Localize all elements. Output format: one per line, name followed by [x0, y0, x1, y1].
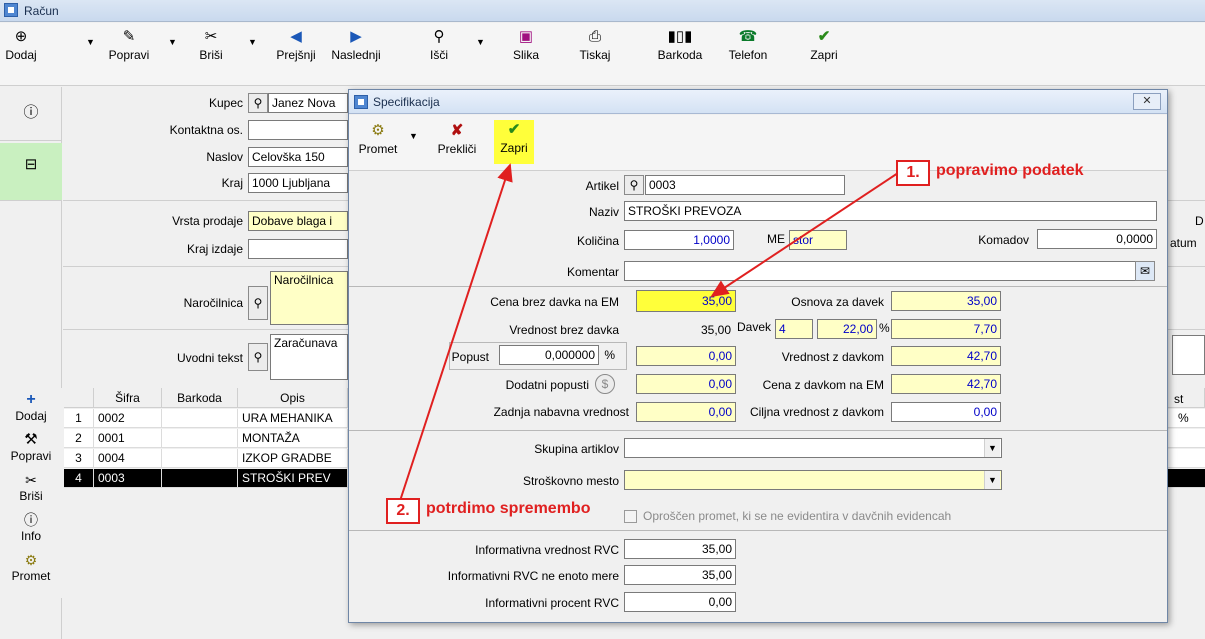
annotation-number-2: 2.	[386, 498, 420, 524]
arrow-to-zapri	[397, 163, 513, 508]
annotation-text-1: popravimo podatek	[936, 162, 1084, 179]
arrow-to-cena	[710, 172, 899, 298]
annotation-arrows	[397, 163, 899, 508]
annotation-text-2: potrdimo spremembo	[426, 500, 591, 517]
annotation-number-1: 1.	[896, 160, 930, 186]
